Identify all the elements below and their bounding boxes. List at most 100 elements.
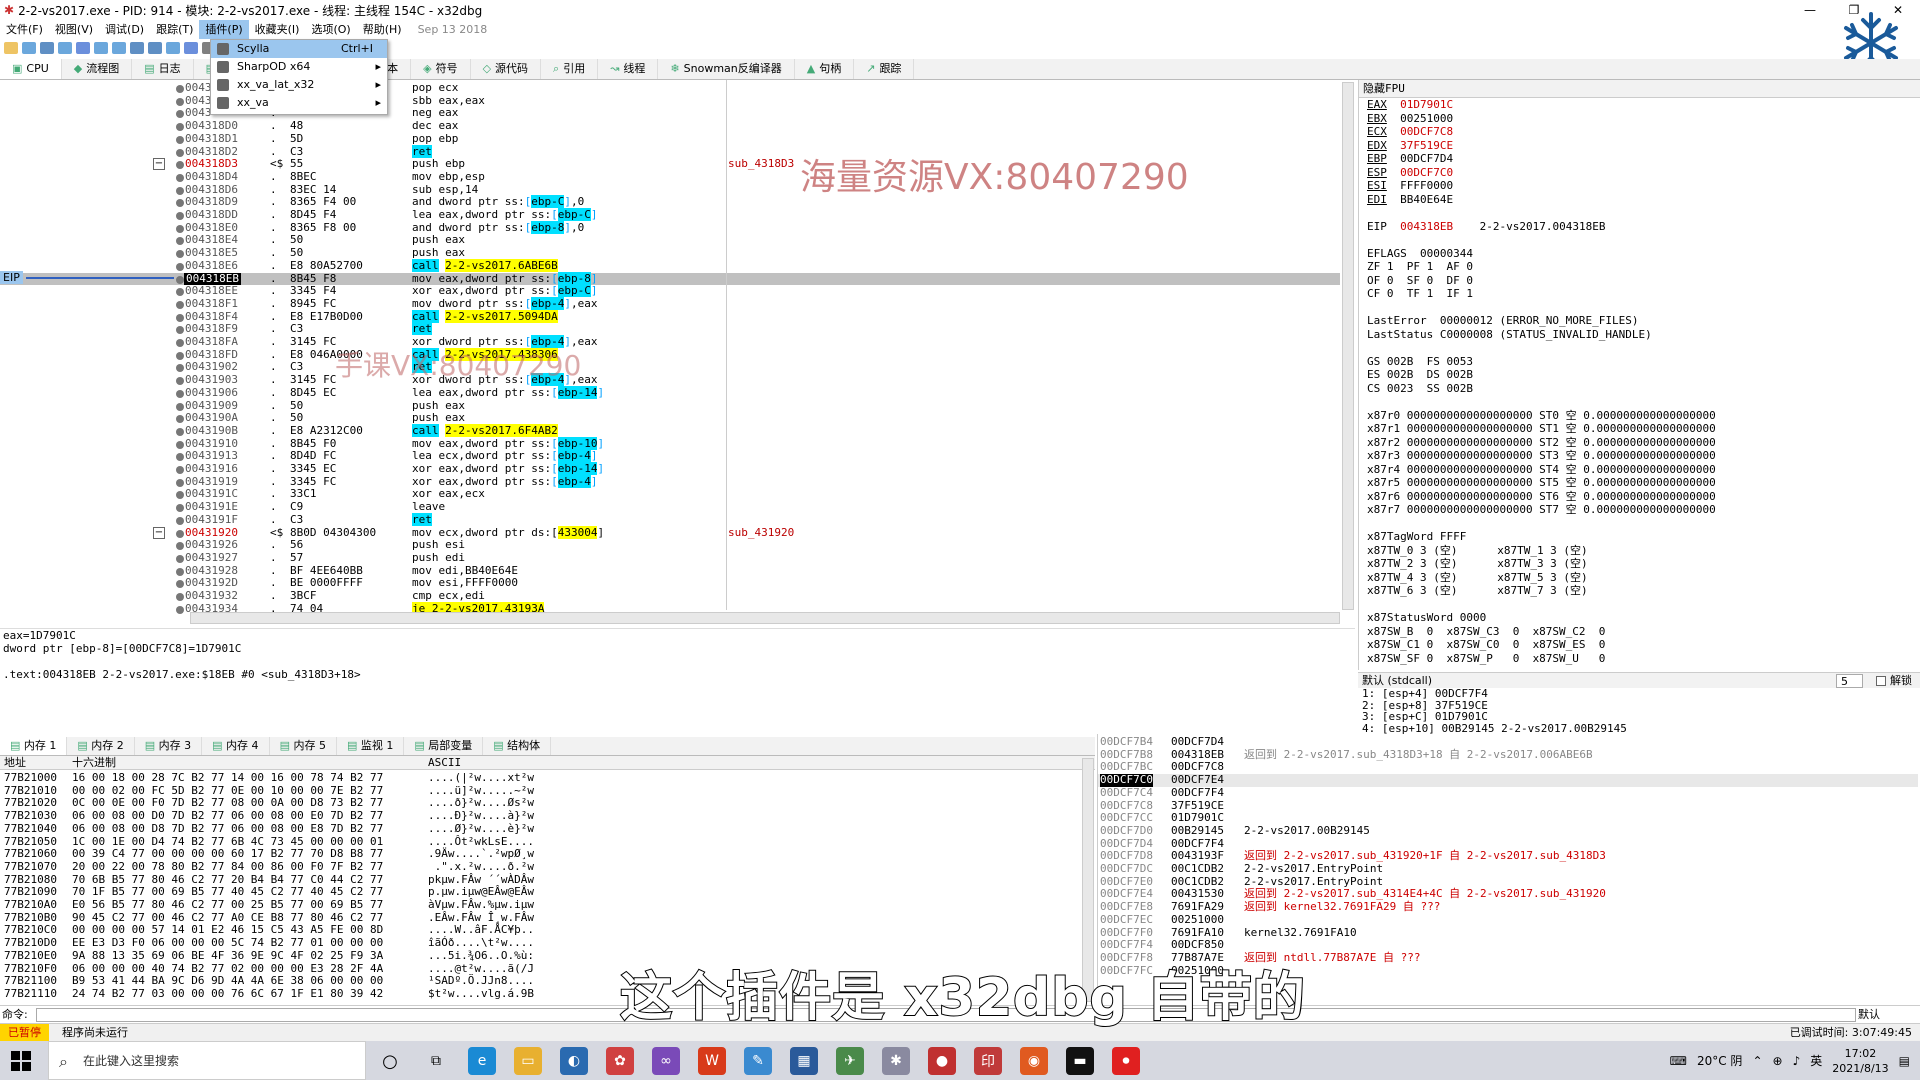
menu-item[interactable]: 调试(D) xyxy=(99,20,150,39)
record-icon[interactable]: ⏺ xyxy=(1112,1047,1140,1075)
tab-item[interactable]: ❄ Snowman反编译器 xyxy=(658,59,795,79)
disasm-row[interactable]: 00431926. 56 push esi xyxy=(0,538,1340,552)
dump-tab[interactable]: ▤ 内存 3 xyxy=(135,737,203,755)
app-icon-seal[interactable]: 印 xyxy=(974,1047,1002,1075)
stack-row[interactable]: 00DCF7CC 01D7901C xyxy=(1098,811,1918,825)
breakpoint-dot[interactable] xyxy=(176,186,184,195)
disasm-row[interactable]: 004318EE. 3345 F4 xor eax,dword ptr ss:[eb… xyxy=(0,284,1340,298)
run-to-user-code-icon[interactable] xyxy=(184,42,198,54)
breakpoint-dot[interactable] xyxy=(176,250,184,259)
stack-row[interactable]: 00DCF7DC 00C1CDB2 2-2-vs2017.EntryPoint xyxy=(1098,862,1918,876)
disasm-row[interactable]: 004318F1. 8945 FC mov dword ptr ss:[ebp-4]… xyxy=(0,296,1340,311)
disasm-row[interactable]: 004318DD. 8D45 F4 lea eax,dword ptr ss:[eb… xyxy=(0,208,1340,222)
disassembly-vscrollbar[interactable] xyxy=(1342,82,1354,610)
file-explorer-icon[interactable]: ▭ xyxy=(514,1047,542,1075)
execute-till-return-icon[interactable] xyxy=(166,42,180,54)
visual-studio-icon[interactable]: ∞ xyxy=(652,1047,680,1075)
disasm-row[interactable]: 00431916. 3345 EC xor eax,dword ptr ss:[eb… xyxy=(0,462,1340,476)
registers-panel[interactable]: 隐藏FPU EAX 01D7901C EBX 00251000 ECX 00DCF7… xyxy=(1358,80,1920,670)
breakpoint-dot[interactable] xyxy=(176,580,184,589)
breakpoint-dot[interactable] xyxy=(176,224,184,233)
breakpoint-dot[interactable] xyxy=(176,275,184,284)
breakpoint-dot[interactable] xyxy=(176,453,184,462)
menu-item[interactable]: 收藏夹(I) xyxy=(249,20,306,39)
stack-row[interactable]: 00DCF7F4 00DCF850 xyxy=(1098,938,1918,952)
breakpoint-dot[interactable] xyxy=(176,173,184,182)
disasm-row[interactable]: 0043191E. C9 leave xyxy=(0,500,1340,514)
dump-tab[interactable]: ▤ 结构体 xyxy=(483,737,552,755)
step-into-icon[interactable] xyxy=(94,42,108,54)
breakpoint-dot[interactable] xyxy=(176,288,184,297)
clock[interactable]: 17:02 2021/8/13 xyxy=(1832,1046,1888,1076)
wps-icon[interactable]: W xyxy=(698,1047,726,1075)
breakpoint-dot[interactable] xyxy=(176,339,184,347)
menu-item[interactable]: 文件(F) xyxy=(0,20,49,39)
register-value[interactable]: 37F519CE xyxy=(1400,139,1453,152)
tab-item[interactable]: ↗ 跟踪 xyxy=(854,59,915,79)
disasm-row[interactable]: 004318FA. 3145 FC xor dword ptr ss:[ebp-4]… xyxy=(0,335,1340,349)
dump-tab[interactable]: ▤ 内存 5 xyxy=(270,737,337,755)
disasm-row[interactable]: 0043190A. 50 push eax xyxy=(0,411,1340,425)
breakpoint-dot[interactable] xyxy=(176,529,184,538)
plugin-menu-item[interactable]: Scylla Ctrl+I xyxy=(211,40,387,58)
calculator-icon[interactable]: ▦ xyxy=(790,1047,818,1075)
app-icon-colorful[interactable]: ✿ xyxy=(606,1047,634,1075)
disasm-row[interactable]: 004318E5. 50 push eax xyxy=(0,246,1340,260)
breakpoint-dot[interactable] xyxy=(176,389,184,398)
command-mode-select[interactable]: 默认 xyxy=(1858,1006,1880,1024)
breakpoint-dot[interactable] xyxy=(176,491,184,500)
register-value[interactable]: FFFF0000 xyxy=(1400,179,1453,192)
disasm-row[interactable]: 0043191F. C3 ret xyxy=(0,512,1340,527)
breakpoint-dot[interactable] xyxy=(176,110,184,119)
task-view-icon[interactable]: ⧉ xyxy=(422,1047,450,1075)
register-value[interactable]: 01D7901C xyxy=(1400,98,1453,111)
tab-item[interactable]: ↝ 线程 xyxy=(598,59,659,79)
disasm-row[interactable]: 004318D0. 48 dec eax xyxy=(0,119,1340,133)
arg-count-spinner[interactable]: 5 xyxy=(1836,674,1863,688)
breakpoint-dot[interactable] xyxy=(176,466,184,474)
tray-expand-icon[interactable]: ⌃ xyxy=(1752,1054,1762,1068)
dump-row[interactable]: 77B21030 06 00 08 00 D0 7D B2 77 06 00 08… xyxy=(0,809,1090,823)
run-icon[interactable] xyxy=(58,42,72,54)
breakpoint-dot[interactable] xyxy=(176,427,184,436)
trace-over-icon[interactable] xyxy=(148,42,162,54)
menu-item[interactable]: 帮助(H) xyxy=(357,20,408,39)
edge-icon[interactable]: e xyxy=(468,1047,496,1075)
register-row[interactable]: EBX 00251000 xyxy=(1367,112,1920,126)
app-icon-red[interactable]: ● xyxy=(928,1047,956,1075)
fold-toggle-icon[interactable]: − xyxy=(153,526,165,539)
dump-tab[interactable]: ▤ 内存 1 xyxy=(0,737,68,755)
breakpoint-dot[interactable] xyxy=(176,377,184,386)
cortana-icon[interactable]: ○ xyxy=(376,1047,404,1075)
minimize-button[interactable]: — xyxy=(1788,0,1832,20)
plugin-menu-item[interactable]: xx_va ▸ xyxy=(211,94,387,112)
tab-item[interactable]: ⌕ 引用 xyxy=(541,59,599,79)
breakpoint-dot[interactable] xyxy=(176,262,184,271)
breakpoint-dot[interactable] xyxy=(176,351,184,360)
dump-row[interactable]: 77B21040 06 00 08 00 D8 7D B2 77 06 00 08… xyxy=(0,822,1090,836)
breakpoint-dot[interactable] xyxy=(176,516,184,525)
breakpoint-dot[interactable] xyxy=(176,440,184,449)
notification-icon[interactable]: ▤ xyxy=(1899,1054,1910,1068)
network-icon[interactable]: ⊕ xyxy=(1773,1054,1783,1068)
stop-icon[interactable] xyxy=(40,42,54,54)
register-value[interactable]: 004318EB xyxy=(1400,220,1453,233)
terminal-icon[interactable]: ▬ xyxy=(1066,1047,1094,1075)
windows-start-icon[interactable] xyxy=(10,1050,32,1072)
stack-row[interactable]: 00DCF7C0 00DCF7E4 xyxy=(1098,773,1918,787)
breakpoint-dot[interactable] xyxy=(176,415,184,424)
x32dbg-taskbar-icon[interactable]: ✱ xyxy=(882,1047,910,1075)
register-value[interactable]: 00DCF7C0 xyxy=(1400,166,1453,179)
disasm-row[interactable]: 00431903. 3145 FC xor dword ptr ss:[ebp-4]… xyxy=(0,373,1340,387)
breakpoint-dot[interactable] xyxy=(176,567,184,576)
breakpoint-dot[interactable] xyxy=(176,97,184,106)
register-row[interactable]: EAX 01D7901C xyxy=(1367,98,1920,112)
register-value[interactable]: 00DCF7D4 xyxy=(1400,152,1453,165)
disasm-row[interactable]: 00431906. 8D45 EC lea eax,dword ptr ss:[eb… xyxy=(0,385,1340,400)
breakpoint-dot[interactable] xyxy=(176,542,184,551)
calling-convention-select[interactable]: 默认 (stdcall) xyxy=(1362,674,1432,687)
plugin-menu-item[interactable]: SharpOD x64 ▸ xyxy=(211,58,387,76)
breakpoint-dot[interactable] xyxy=(176,313,184,322)
unlock-checkbox[interactable] xyxy=(1876,676,1886,686)
dump-row[interactable]: 77B210D0 EE E3 D3 F0 06 00 00 00 5C 74 B2… xyxy=(0,936,1090,950)
